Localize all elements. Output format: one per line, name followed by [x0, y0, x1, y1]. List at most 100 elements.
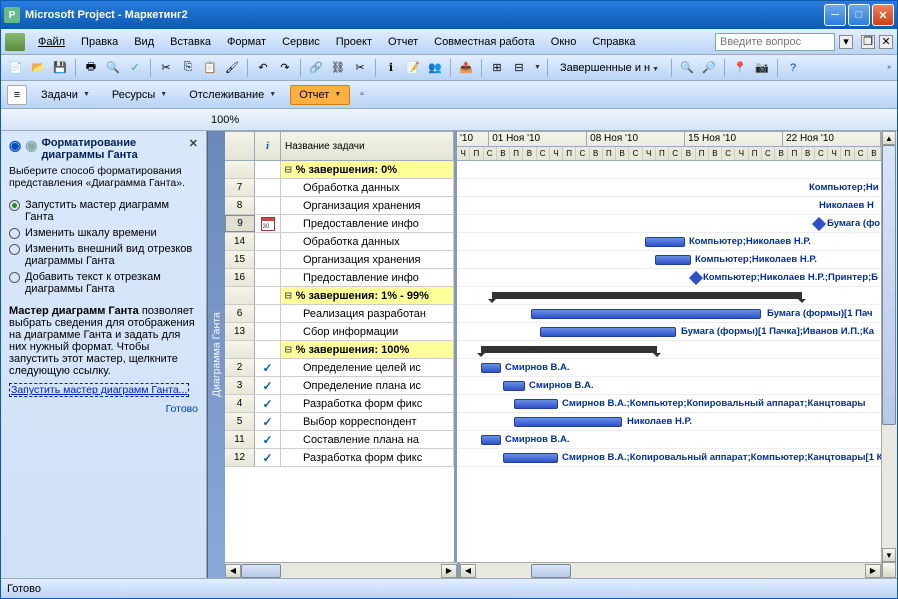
task-row[interactable]: 2✓Определение целей ис [225, 359, 454, 377]
radio-bars[interactable]: Изменить внешний вид отрезков диаграммы … [9, 243, 198, 267]
row-id[interactable]: 2 [225, 359, 255, 376]
radio-timescale[interactable]: Изменить шкалу времени [9, 227, 198, 239]
row-id[interactable]: 7 [225, 179, 255, 196]
gantt-row[interactable]: Смирнов В.А. [457, 377, 881, 395]
split-icon[interactable]: ✂ [351, 59, 369, 77]
format-painter-icon[interactable]: 🖌 [223, 59, 241, 77]
print-preview-icon[interactable]: 🔍 [104, 59, 122, 77]
menu-view[interactable]: Вид [127, 33, 161, 51]
unlink-icon[interactable]: ⛓ [329, 59, 347, 77]
task-bar[interactable] [503, 381, 525, 391]
collapse-icon[interactable]: ⊟ [285, 163, 292, 176]
spell-icon[interactable]: ✓ [126, 59, 144, 77]
menu-tools[interactable]: Сервис [275, 33, 327, 51]
row-id[interactable]: 5 [225, 413, 255, 430]
radio-wizard[interactable]: Запустить мастер диаграмм Ганта [9, 199, 198, 223]
row-name[interactable]: Обработка данных [281, 179, 454, 196]
row-name[interactable]: Разработка форм фикс [281, 395, 454, 412]
gantt-row[interactable]: Компьютер;Ни [457, 179, 881, 197]
task-bar[interactable] [514, 417, 622, 427]
row-name[interactable]: ⊟% завершения: 0% [281, 161, 454, 178]
row-name[interactable]: Организация хранения [281, 197, 454, 214]
task-row[interactable]: ⊟% завершения: 1% - 99% [225, 287, 454, 305]
task-row[interactable]: 4✓Разработка форм фикс [225, 395, 454, 413]
chart-scrollbar-h[interactable]: ◀ ▶ [457, 562, 881, 578]
radio-text[interactable]: Добавить текст к отрезкам диаграммы Гант… [9, 271, 198, 295]
row-name[interactable]: Реализация разработан [281, 305, 454, 322]
save-icon[interactable]: 💾 [51, 59, 69, 77]
help-icon[interactable]: ? [784, 59, 802, 77]
redo-icon[interactable]: ↷ [276, 59, 294, 77]
row-id[interactable] [225, 287, 255, 304]
task-row[interactable]: 6 Реализация разработан [225, 305, 454, 323]
menu-file[interactable]: Файл [31, 33, 72, 51]
titlebar[interactable]: P Microsoft Project - Маркетинг2 ─ □ ✕ [1, 1, 897, 29]
task-row[interactable]: 14Обработка данных [225, 233, 454, 251]
scroll-down-icon[interactable]: ▼ [882, 548, 896, 562]
task-row[interactable]: 3✓Определение плана ис [225, 377, 454, 395]
summary-bar[interactable] [481, 346, 657, 353]
filter-combo[interactable]: Завершенные и н▼ [554, 60, 665, 76]
row-name[interactable]: Организация хранения [281, 251, 454, 268]
restore-child-button[interactable]: ❐ [861, 35, 875, 49]
gantt-row[interactable] [457, 161, 881, 179]
maximize-button[interactable]: □ [848, 4, 870, 26]
scroll-left-icon[interactable]: ◀ [225, 564, 241, 578]
row-id[interactable]: 8 [225, 197, 255, 214]
scroll-left-icon[interactable]: ◀ [460, 564, 476, 578]
menu-help[interactable]: Справка [585, 33, 642, 51]
vertical-view-tab[interactable]: Диаграмма Ганта [207, 131, 225, 578]
zoom-out-icon[interactable]: 🔎 [700, 59, 718, 77]
row-id[interactable]: 6 [225, 305, 255, 322]
open-icon[interactable]: 📂 [29, 59, 47, 77]
menu-project[interactable]: Проект [329, 33, 379, 51]
row-id[interactable]: 14 [225, 233, 255, 250]
task-bar[interactable] [645, 237, 685, 247]
paste-icon[interactable]: 📋 [201, 59, 219, 77]
print-icon[interactable]: 🖶 [82, 59, 100, 77]
task-bar[interactable] [655, 255, 691, 265]
milestone-icon[interactable] [689, 271, 703, 285]
row-name[interactable]: Составление плана на [281, 431, 454, 448]
task-bar[interactable] [514, 399, 558, 409]
task-bar[interactable] [503, 453, 558, 463]
toolbar-overflow-icon[interactable]: » [887, 64, 891, 71]
gantt-row[interactable]: Смирнов В.А. [457, 359, 881, 377]
row-id[interactable] [225, 341, 255, 358]
minimize-button[interactable]: ─ [824, 4, 846, 26]
info-icon[interactable]: ℹ [382, 59, 400, 77]
task-row[interactable]: 8 Организация хранения [225, 197, 454, 215]
task-row[interactable]: 11✓Составление плана на [225, 431, 454, 449]
search-dropdown[interactable]: ▾ [839, 35, 853, 49]
gantt-row[interactable] [457, 287, 881, 305]
task-bar[interactable] [481, 435, 501, 445]
new-icon[interactable]: 📄 [7, 59, 25, 77]
menu-insert[interactable]: Вставка [163, 33, 218, 51]
task-row[interactable]: ⊟% завершения: 100% [225, 341, 454, 359]
help-search-input[interactable] [715, 33, 835, 51]
row-name[interactable]: Предоставление инфо [281, 269, 454, 286]
close-button[interactable]: ✕ [872, 4, 894, 26]
row-id[interactable]: 13 [225, 323, 255, 340]
menu-edit[interactable]: Правка [74, 33, 125, 51]
pane-close-icon[interactable]: ✕ [189, 137, 198, 150]
publish-icon[interactable]: 📤 [457, 59, 475, 77]
row-name[interactable]: Сбор информации [281, 323, 454, 340]
assign-icon[interactable]: 👥 [426, 59, 444, 77]
chart-scrollbar-v[interactable]: ▲ ▼ [881, 131, 897, 578]
tab-tracking[interactable]: Отслеживание▼ [181, 86, 284, 104]
row-id[interactable]: 15 [225, 251, 255, 268]
task-row[interactable]: 13 Сбор информации [225, 323, 454, 341]
close-child-button[interactable]: ✕ [879, 35, 893, 49]
col-header-name[interactable]: Название задачи [281, 132, 454, 160]
row-name[interactable]: Предоставление инфо [281, 215, 454, 232]
group2-icon[interactable]: ⊟ [510, 59, 528, 77]
back-icon[interactable]: ◉ [9, 137, 21, 154]
task-row[interactable]: 12✓Разработка форм фикс [225, 449, 454, 467]
gantt-row[interactable]: Смирнов В.А.;Компьютер;Копировальный апп… [457, 395, 881, 413]
menu-window[interactable]: Окно [544, 33, 584, 51]
scroll-right-icon[interactable]: ▶ [865, 564, 881, 578]
gantt-row[interactable]: Компьютер;Николаев Н.Р.;Принтер;Б [457, 269, 881, 287]
col-header-id[interactable] [225, 132, 255, 160]
row-id[interactable] [225, 161, 255, 178]
